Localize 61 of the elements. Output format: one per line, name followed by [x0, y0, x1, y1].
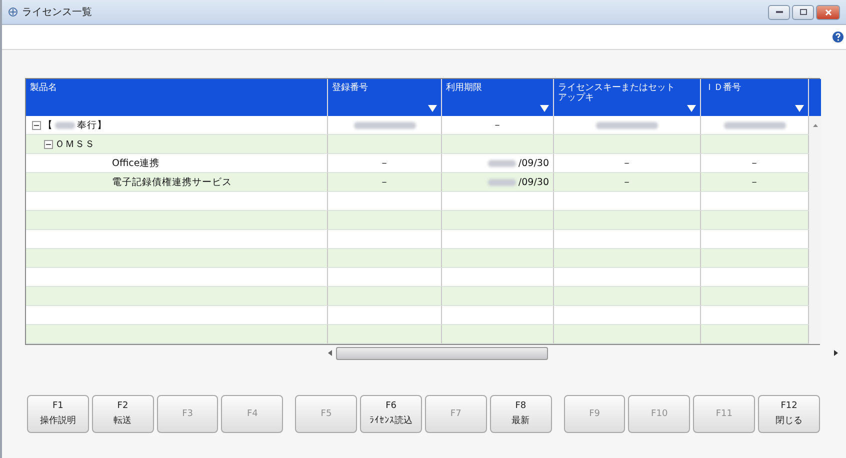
cell-text: 電子記録債権連携サービス [112, 176, 232, 188]
cell-text: － [622, 176, 632, 188]
cell-text: － [750, 176, 760, 188]
function-key-button[interactable]: F8 最新 [490, 395, 552, 433]
cell-text: － [622, 156, 632, 170]
cell-text: － [380, 176, 390, 188]
function-key-button[interactable]: F6 ﾗｲｾﾝｽ読込 [360, 395, 422, 433]
table-cell[interactable]: Office連携 [26, 154, 328, 173]
scroll-left-icon[interactable] [328, 350, 332, 356]
header-corner [809, 79, 821, 116]
cell-text: 【 [43, 118, 53, 132]
redacted-text [55, 122, 75, 128]
close-icon [824, 8, 832, 16]
function-key-button[interactable]: F12 閉じる [758, 395, 820, 433]
scroll-up-icon[interactable] [812, 124, 818, 127]
cell-text: Office連携 [112, 156, 160, 170]
collapse-icon[interactable] [32, 120, 41, 130]
header-text: ＩＤ番号 [705, 83, 742, 94]
vertical-scrollbar[interactable] [809, 116, 821, 344]
header-text: 登録番号 [332, 83, 369, 94]
redacted-text [488, 178, 516, 186]
table-cell[interactable]: ＯＭＳＳ [26, 135, 328, 154]
redacted-text [596, 122, 658, 128]
filter-icon[interactable] [687, 105, 696, 112]
header-text: ライセンスキーまたはセットアップキ [558, 83, 676, 104]
function-key-button[interactable]: F2 転送 [92, 395, 154, 433]
help-icon[interactable] [832, 31, 844, 43]
cell-text: 奉行】 [77, 118, 107, 132]
maximize-icon [800, 9, 806, 15]
table-cell[interactable]: 電子記録債権連携サービス [26, 173, 328, 192]
redacted-text [488, 160, 516, 166]
cell-text: － [750, 156, 760, 170]
scroll-thumb[interactable] [336, 346, 548, 360]
app-icon [8, 7, 18, 17]
cell-text: － [380, 156, 390, 170]
filter-icon[interactable] [795, 105, 804, 112]
table-cell[interactable]: 【 奉行】 [26, 116, 328, 135]
cell-text: － [492, 118, 502, 132]
filter-icon[interactable] [540, 105, 549, 112]
scroll-right-icon[interactable] [834, 350, 838, 356]
horizontal-scrollbar[interactable] [328, 345, 838, 361]
column-header[interactable]: 製品名 [26, 79, 328, 116]
collapse-icon[interactable] [44, 140, 53, 148]
redacted-text [354, 122, 416, 128]
column-header[interactable]: 利用期限 [442, 79, 554, 116]
header-text: 製品名 [30, 83, 58, 94]
function-key-button[interactable]: F1 操作説明 [27, 395, 89, 433]
column-header[interactable]: ライセンスキーまたはセットアップキ [554, 79, 701, 116]
filter-icon[interactable] [428, 105, 437, 112]
cell-text: /09/30 [518, 158, 549, 168]
cell-text: ＯＭＳＳ [55, 138, 95, 150]
cell-text: /09/30 [518, 176, 549, 188]
close-button[interactable] [816, 4, 840, 20]
minimize-button[interactable] [768, 4, 790, 20]
minimize-icon [776, 11, 782, 13]
column-header[interactable]: ＩＤ番号 [701, 79, 809, 116]
maximize-button[interactable] [792, 4, 814, 20]
column-header[interactable]: 登録番号 [328, 79, 442, 116]
header-text: 利用期限 [446, 83, 483, 94]
window-title: ライセンス一覧 [22, 6, 92, 19]
redacted-text [724, 122, 786, 128]
